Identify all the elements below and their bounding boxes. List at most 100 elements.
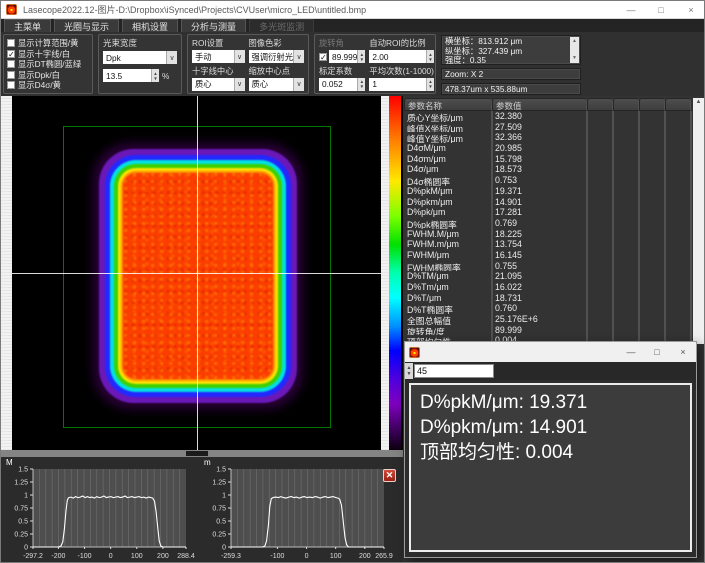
display-options-group: 显示计算范围/黄✓显示十字线/白显示DT椭圆/蓝绿显示Dpk/白显示D4σ/黄 bbox=[3, 34, 93, 94]
table-row[interactable]: FWHM/μm16.145 bbox=[404, 250, 692, 261]
cell-empty bbox=[613, 111, 639, 122]
image-vscroll-left[interactable] bbox=[1, 96, 12, 450]
cell-empty bbox=[587, 239, 613, 250]
cell-empty bbox=[613, 325, 639, 336]
scroll-up-icon[interactable]: ▲ bbox=[572, 37, 577, 47]
header-cell-empty[interactable] bbox=[665, 98, 691, 111]
minimize-button[interactable]: — bbox=[616, 1, 646, 18]
table-row[interactable]: D4σ椭圆率0.753 bbox=[404, 175, 692, 186]
table-row[interactable]: D%T/μm18.731 bbox=[404, 293, 692, 304]
header-cell-empty[interactable] bbox=[613, 98, 639, 111]
svg-text:0: 0 bbox=[222, 545, 226, 552]
popup-close-button[interactable]: × bbox=[670, 342, 696, 362]
table-row[interactable]: D%Tm/μm16.022 bbox=[404, 282, 692, 293]
table-row[interactable]: D%TM/μm21.095 bbox=[404, 271, 692, 282]
menu-tab[interactable]: 主菜单 bbox=[4, 19, 51, 32]
maximize-button[interactable]: □ bbox=[646, 1, 676, 18]
display-option-row[interactable]: 显示DT椭圆/蓝绿 bbox=[7, 59, 89, 69]
image-hscroll[interactable] bbox=[1, 450, 403, 457]
table-row[interactable]: D4σM/μm20.985 bbox=[404, 143, 692, 154]
close-button[interactable]: × bbox=[676, 1, 705, 18]
cell-empty bbox=[613, 143, 639, 154]
table-row[interactable]: D%pk椭圆率0.769 bbox=[404, 218, 692, 229]
table-row[interactable]: D%pkm/μm14.901 bbox=[404, 197, 692, 208]
cell-empty bbox=[587, 271, 613, 282]
table-row[interactable]: D%pkM/μm19.371 bbox=[404, 186, 692, 197]
svg-text:-259.3: -259.3 bbox=[221, 553, 241, 560]
rotation-checkbox[interactable]: ✓ bbox=[319, 53, 327, 61]
table-row[interactable]: D%T椭圆率0.760 bbox=[404, 303, 692, 314]
chart-close-button[interactable]: ✕ bbox=[383, 469, 396, 482]
table-row[interactable]: D4σm/μm15.798 bbox=[404, 154, 692, 165]
image-vscroll-right[interactable] bbox=[381, 96, 389, 450]
cell-param-value: 16.022 bbox=[492, 282, 587, 293]
header-cell-value[interactable]: 参数值 bbox=[492, 98, 587, 111]
auto-roi-spinner[interactable]: 2.00 ▲▼ bbox=[369, 50, 434, 63]
roi-group: ROI设置 图像色彩 手动 ∨ 强调衍射光 ∨ 十字线中心 缩放中心点 质心 ∨… bbox=[187, 34, 309, 94]
scroll-up-icon[interactable]: ▲ bbox=[696, 99, 702, 105]
cell-empty bbox=[639, 282, 665, 293]
header-cell-empty[interactable] bbox=[587, 98, 613, 111]
cell-empty bbox=[587, 122, 613, 133]
table-row[interactable]: 质心Y坐标/μm32.380 bbox=[404, 111, 692, 122]
checkbox[interactable] bbox=[7, 71, 15, 79]
cell-empty bbox=[587, 218, 613, 229]
table-row[interactable]: 峰值X坐标/μm27.509 bbox=[404, 122, 692, 133]
display-option-row[interactable]: 显示D4σ/黄 bbox=[7, 80, 89, 90]
display-option-row[interactable]: 显示计算范围/黄 bbox=[7, 38, 89, 48]
display-option-row[interactable]: ✓显示十字线/白 bbox=[7, 49, 89, 59]
image-color-select[interactable]: 强调衍射光 ∨ bbox=[249, 50, 305, 63]
popup-title-bar[interactable]: — □ × bbox=[405, 342, 696, 362]
cell-empty bbox=[587, 314, 613, 325]
checkbox[interactable] bbox=[7, 60, 15, 68]
table-row[interactable]: FWHM.m/μm13.754 bbox=[404, 239, 692, 250]
popup-input-spinner[interactable]: ▲▼ bbox=[405, 363, 413, 379]
cell-empty bbox=[665, 154, 691, 165]
cell-empty bbox=[613, 239, 639, 250]
roi-mode-select[interactable]: 手动 ∨ bbox=[192, 50, 245, 63]
cell-param-value: 17.281 bbox=[492, 207, 587, 218]
popup-value-input[interactable] bbox=[414, 364, 494, 378]
popup-minimize-button[interactable]: — bbox=[618, 342, 644, 362]
beam-method-select[interactable]: Dpk ∨ bbox=[103, 51, 177, 64]
table-row[interactable]: D4σ/μm18.573 bbox=[404, 164, 692, 175]
cell-empty bbox=[639, 314, 665, 325]
table-row[interactable]: 全图总幅值25.176E+6 bbox=[404, 314, 692, 325]
average-count-spinner[interactable]: 1 ▲▼ bbox=[369, 78, 434, 91]
beam-canvas[interactable] bbox=[12, 96, 381, 450]
popup-maximize-button[interactable]: □ bbox=[644, 342, 670, 362]
table-row[interactable]: D%pk/μm17.281 bbox=[404, 207, 692, 218]
cell-param-value: 15.798 bbox=[492, 154, 587, 165]
checkbox[interactable]: ✓ bbox=[7, 50, 15, 58]
header-cell-empty[interactable] bbox=[639, 98, 665, 111]
cell-param-name: 全图总幅值 bbox=[404, 314, 492, 325]
zoom-center-select[interactable]: 质心 ∨ bbox=[249, 78, 305, 91]
roi-mode-label: ROI设置 bbox=[192, 37, 245, 49]
scroll-down-icon[interactable]: ▼ bbox=[572, 54, 577, 64]
hscroll-thumb[interactable] bbox=[186, 451, 208, 456]
table-row[interactable]: 旋转角/度89.999 bbox=[404, 325, 692, 336]
display-option-row[interactable]: 显示Dpk/白 bbox=[7, 70, 89, 80]
svg-text:0: 0 bbox=[109, 553, 113, 560]
calibration-spinner[interactable]: 0.052 ▲▼ bbox=[319, 78, 365, 91]
table-row[interactable]: 峰值Y坐标/μm32.366 bbox=[404, 132, 692, 143]
beam-percent-spinner[interactable]: 13.5 ▲▼ bbox=[103, 69, 159, 82]
crosshair-center-select[interactable]: 质心 ∨ bbox=[192, 78, 245, 91]
checkbox[interactable] bbox=[7, 39, 15, 47]
header-cell-name[interactable]: 参数名称 bbox=[404, 98, 492, 111]
title-bar: Lasecope2022.12-图片-D:\Dropbox\iSynced\Pr… bbox=[1, 1, 705, 19]
chevron-down-icon: ∨ bbox=[166, 51, 177, 64]
colorbar bbox=[389, 96, 401, 450]
table-row[interactable]: FWHM椭圆率0.755 bbox=[404, 261, 692, 272]
info-scrollbar[interactable]: ▲ ▼ bbox=[570, 37, 579, 63]
cell-empty bbox=[587, 325, 613, 336]
rotation-spinner[interactable]: 89.999 ▲▼ bbox=[329, 50, 365, 63]
menu-tab[interactable]: 分析与测量 bbox=[181, 19, 246, 32]
menu-tab[interactable]: 光圈与显示 bbox=[54, 19, 119, 32]
checkbox[interactable] bbox=[7, 81, 15, 89]
table-row[interactable]: FWHM.M/μm18.225 bbox=[404, 229, 692, 240]
cursor-info-lines: 横坐标：813.912 μm纵坐标：327.439 μm强度：0.35 ▲ ▼ bbox=[441, 35, 581, 65]
table-scrollbar[interactable]: ▲ bbox=[693, 98, 704, 344]
cell-empty bbox=[587, 164, 613, 175]
menu-tab[interactable]: 相机设置 bbox=[122, 19, 178, 32]
